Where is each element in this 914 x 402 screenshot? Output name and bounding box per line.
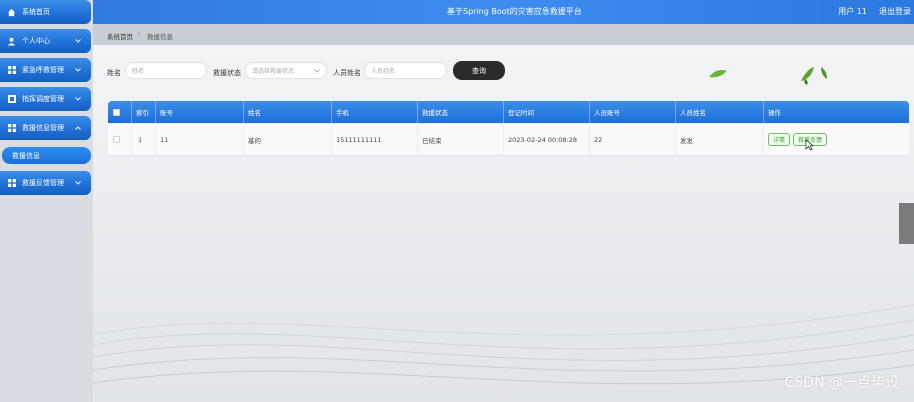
header-phone: 手机	[332, 101, 418, 123]
detail-button[interactable]: 详情	[768, 133, 791, 146]
sidebar-item-label: 救援信息管理	[22, 124, 64, 132]
cell-actions: 详情 救援反馈	[764, 124, 909, 155]
sidebar-item-label: 系统首页	[22, 8, 50, 16]
cell-time: 2023-02-24 00:08:28	[504, 124, 590, 155]
sidebar-item-rescue-feedback[interactable]: 救援反馈管理	[0, 171, 91, 195]
logout-link[interactable]: 退出登录	[879, 6, 911, 17]
user-icon	[7, 37, 16, 46]
header-index: 索引	[132, 101, 156, 123]
sidebar-item-rescue-info[interactable]: 救援信息管理	[0, 116, 91, 140]
cell-name: 基的	[244, 124, 332, 155]
chevron-up-icon	[75, 124, 81, 132]
breadcrumb: 系统首页 ⁝ 救援信息	[93, 24, 914, 45]
cell-staff-account: 22	[590, 124, 676, 155]
cell-index: 1	[132, 124, 156, 155]
status-select-placeholder: 请选择救援状态	[252, 68, 295, 75]
grid-icon	[7, 179, 16, 188]
cell-account: 11	[156, 124, 244, 155]
chevron-down-icon	[75, 95, 81, 103]
sidebar-item-label: 个人中心	[22, 37, 50, 45]
header-actions: 操作	[768, 109, 781, 117]
grid-icon	[7, 124, 16, 133]
row-checkbox[interactable]	[113, 136, 120, 143]
status-label: 救援状态	[213, 69, 241, 77]
sidebar-item-home[interactable]: 系统首页	[0, 0, 91, 24]
mouse-cursor-icon	[805, 139, 814, 151]
status-select[interactable]: 请选择救援状态	[245, 62, 327, 79]
chevron-down-icon	[314, 68, 320, 75]
chevron-down-icon	[75, 37, 81, 45]
watermark: CSDN @一点毕设	[784, 375, 899, 391]
cell-phone: 15111111111	[332, 124, 418, 155]
person-name-label: 人员姓名	[333, 69, 361, 77]
dispatch-icon	[7, 95, 16, 104]
sidebar-item-dispatch[interactable]: 指挥调度管理	[0, 87, 91, 111]
person-name-input[interactable]: 人员姓名	[364, 62, 447, 79]
header-staff-name: 人员姓名	[676, 101, 764, 123]
header-account: 账号	[156, 101, 244, 123]
cell-status: 已结束	[418, 124, 504, 155]
sidebar: 系统首页 个人中心 紧急呼救管理 指挥调度管理 救援信息管理 救援信息 救援反馈…	[0, 0, 93, 402]
chevron-down-icon	[75, 66, 81, 74]
header-status: 救援状态	[418, 101, 504, 123]
header-staff-account: 人员账号	[590, 101, 676, 123]
sidebar-item-label: 救援反馈管理	[22, 179, 64, 187]
row-select-cell	[108, 124, 132, 155]
app-title: 基于Spring Boot的灾害应急救援平台	[447, 7, 582, 16]
breadcrumb-separator-icon: ⁝	[138, 30, 141, 38]
table-header: 索引 账号 姓名 手机 救援状态 登记时间 人员账号 人员姓名 操作	[108, 101, 909, 123]
cell-staff-name: 发发	[676, 124, 764, 155]
query-button[interactable]: 查询	[453, 61, 505, 80]
sidebar-item-personal-center[interactable]: 个人中心	[0, 29, 91, 53]
table-row: 1 11 基的 15111111111 已结束 2023-02-24 00:08…	[108, 124, 909, 156]
select-all-checkbox[interactable]	[113, 108, 120, 116]
header-name: 姓名	[244, 101, 332, 123]
current-user: 用户 11	[838, 7, 867, 16]
chevron-down-icon	[75, 179, 81, 187]
sidebar-subitem-rescue-info[interactable]: 救援信息	[2, 147, 91, 164]
home-icon	[7, 8, 16, 17]
select-all-cell	[108, 101, 132, 123]
breadcrumb-current: 救援信息	[147, 33, 173, 41]
sidebar-item-emergency-call[interactable]: 紧急呼救管理	[0, 58, 91, 82]
grid-icon	[7, 66, 16, 75]
top-bar: 基于Spring Boot的灾害应急救援平台 用户 11 退出登录	[93, 0, 914, 24]
sidebar-item-label: 指挥调度管理	[22, 95, 64, 103]
name-input[interactable]: 姓名	[125, 62, 207, 79]
breadcrumb-home[interactable]: 系统首页	[107, 31, 133, 41]
side-scroll-tab[interactable]	[899, 203, 914, 244]
main-content	[93, 45, 914, 402]
header-time: 登记时间	[504, 101, 590, 123]
sidebar-item-label: 紧急呼救管理	[22, 66, 64, 74]
name-label: 姓名	[107, 69, 121, 77]
